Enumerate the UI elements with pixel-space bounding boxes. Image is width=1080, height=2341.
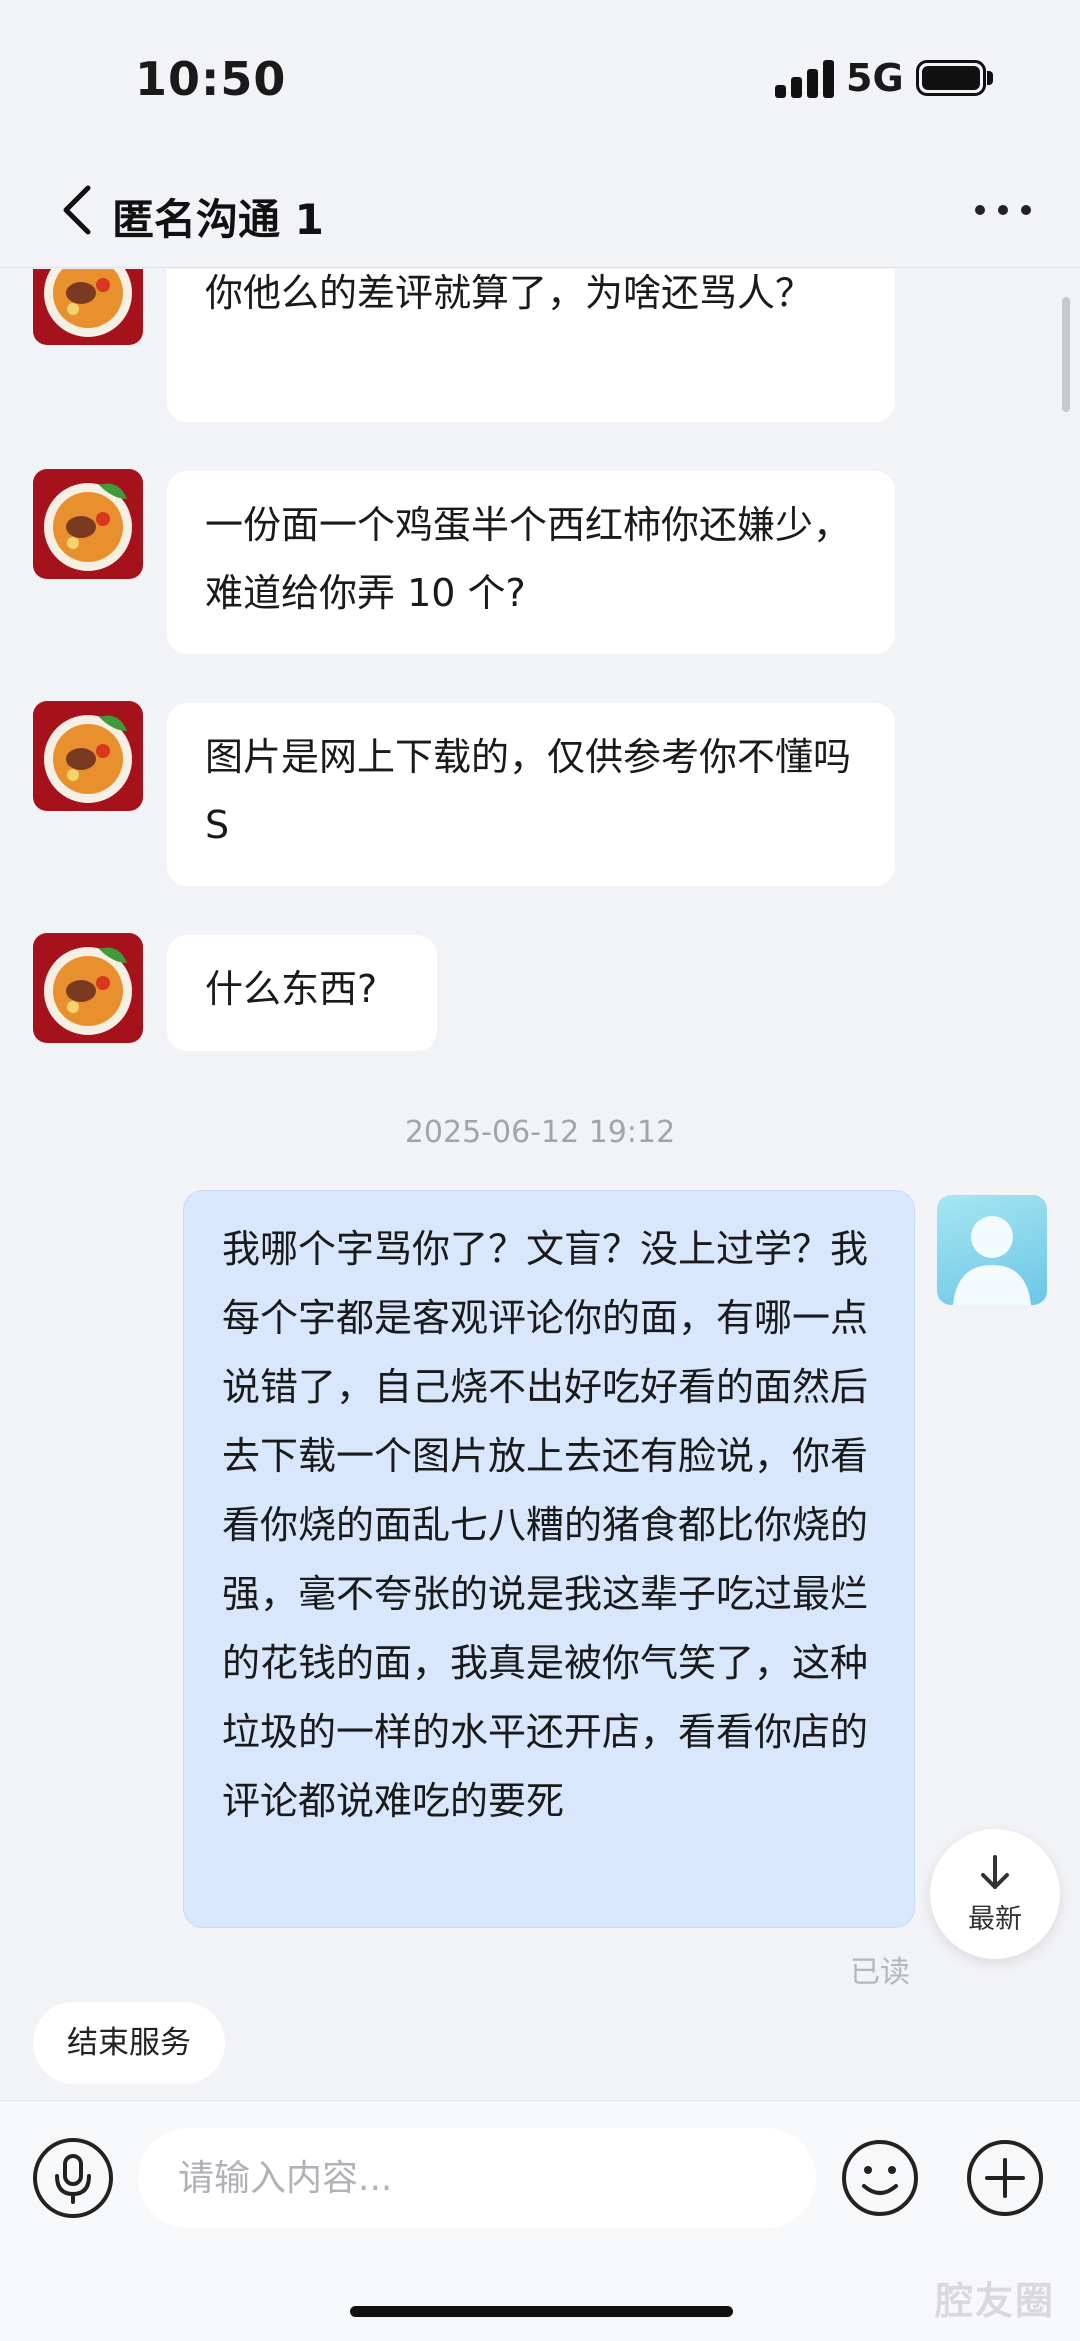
back-button[interactable] [58, 180, 98, 240]
shop-avatar[interactable] [33, 469, 143, 579]
message-bubble: 一份面一个鸡蛋半个西红柿你还嫌少，难道给你弄 10 个? [167, 471, 895, 654]
message-bubble: 你他么的差评就算了，为啥还骂人？ [167, 269, 895, 422]
message-bubble: 图片是网上下载的，仅供参考你不懂吗 S [167, 703, 895, 886]
plus-icon [967, 2140, 1043, 2216]
noodle-bowl-avatar [33, 933, 143, 1043]
home-indicator[interactable] [350, 2306, 733, 2317]
battery-icon [916, 60, 986, 96]
input-bar [0, 2100, 1080, 2341]
scroll-to-latest-button[interactable]: 最新 [930, 1829, 1060, 1959]
chat-area[interactable]: 你他么的差评就算了，为啥还骂人？ 一份面一个鸡蛋半个西红柿你还嫌少，难道给你弄 … [0, 269, 1080, 2099]
message-bubble: 什么东西? [167, 935, 437, 1051]
status-time: 10:50 [135, 52, 287, 106]
message-timestamp: 2025-06-12 19:12 [404, 1115, 676, 1150]
shop-avatar[interactable] [33, 933, 143, 1043]
nav-bar: 匿名沟通 1 [0, 150, 1080, 268]
shop-avatar[interactable] [33, 269, 143, 345]
shop-avatar[interactable] [33, 701, 143, 811]
page-title: 匿名沟通 1 [112, 195, 324, 244]
emoji-button[interactable] [840, 2138, 920, 2218]
message-input[interactable] [138, 2128, 816, 2228]
read-receipt: 已读 [850, 1955, 910, 1990]
emoji-icon [842, 2140, 918, 2216]
more-dot [998, 205, 1008, 215]
watermark: 腔友圈 [935, 2279, 1056, 2323]
self-avatar[interactable] [937, 1195, 1047, 1305]
noodle-bowl-avatar [33, 269, 143, 345]
chevron-left-icon [63, 185, 91, 235]
battery-tip [987, 71, 993, 85]
more-button[interactable] [975, 195, 1031, 225]
noodle-bowl-avatar [33, 701, 143, 811]
status-bar: 10:50 5G [0, 0, 1080, 150]
scrollbar[interactable] [1062, 297, 1070, 412]
more-dot [1021, 205, 1031, 215]
user-silhouette-icon [953, 1216, 1031, 1305]
noodle-bowl-avatar [33, 469, 143, 579]
voice-button[interactable] [33, 2138, 113, 2218]
arrow-down-icon [981, 1854, 1009, 1889]
network-type: 5G [846, 56, 904, 100]
cellular-signal-icon [775, 60, 835, 98]
microphone-icon [55, 2154, 91, 2204]
more-dots-icon [975, 205, 985, 215]
latest-label: 最新 [968, 1903, 1022, 1935]
end-service-button[interactable]: 结束服务 [33, 2002, 225, 2084]
more-actions-button[interactable] [965, 2138, 1045, 2218]
self-message-bubble: 我哪个字骂你了？文盲？没上过学？我每个字都是客观评论你的面，有哪一点说错了，自己… [183, 1190, 915, 1928]
